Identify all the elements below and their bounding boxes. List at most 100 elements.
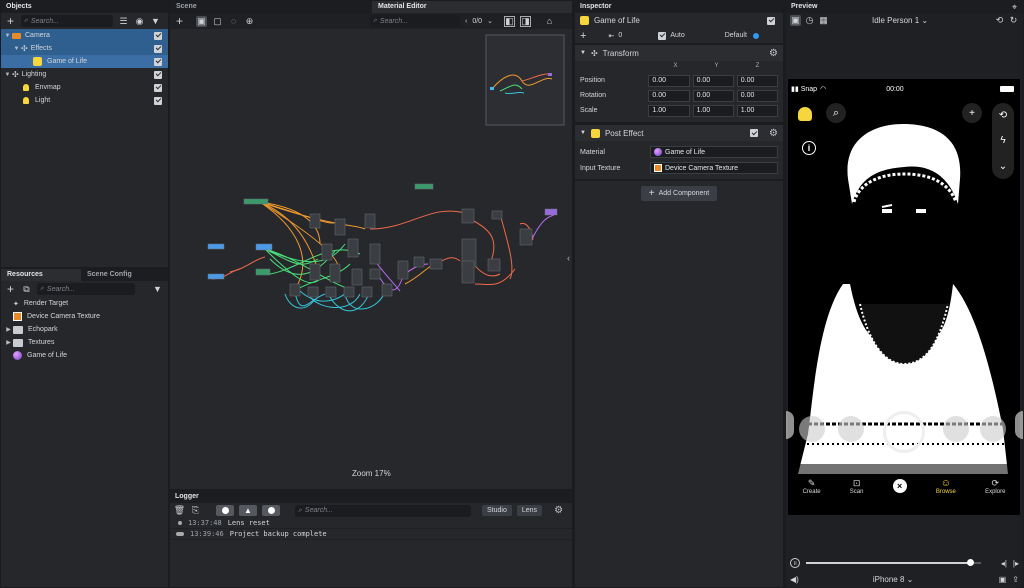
post-effect-header[interactable]: ▼ Post Effect ⚙: [575, 125, 783, 141]
graph-node[interactable]: [207, 243, 225, 250]
chevron-down-icon[interactable]: ▼: [580, 50, 586, 56]
tab-scene-config[interactable]: Scene Config: [81, 269, 138, 281]
chevron-down-icon[interactable]: ▼: [3, 33, 12, 39]
auto-checkbox[interactable]: [658, 31, 667, 40]
graph-node[interactable]: [544, 208, 558, 216]
rotation-x-field[interactable]: 0.00: [648, 89, 690, 102]
logger-search-input[interactable]: ⌕ Search...: [295, 504, 471, 517]
objects-search-input[interactable]: ⌕ Search...: [21, 15, 113, 27]
chevron-down-icon[interactable]: ⌄: [487, 17, 493, 25]
graph-node[interactable]: [325, 286, 337, 298]
graph-node[interactable]: [369, 243, 381, 265]
material-field[interactable]: Game of Life: [650, 146, 778, 158]
position-y-field[interactable]: 0.00: [692, 74, 734, 87]
visibility-checkbox[interactable]: [154, 44, 162, 53]
tree-item-lighting[interactable]: ▼ ✣ Lighting: [1, 68, 168, 81]
step-back-icon[interactable]: ◂|: [1001, 559, 1007, 568]
tab-material-editor[interactable]: Material Editor: [372, 1, 572, 13]
resource-item-game-of-life[interactable]: Game of Life: [1, 349, 168, 362]
graph-node[interactable]: [255, 268, 271, 276]
add-icon[interactable]: +: [580, 30, 586, 42]
resource-item-echopark[interactable]: ▶ Echopark: [1, 323, 168, 336]
layer-field[interactable]: 0: [618, 32, 658, 39]
graph-node[interactable]: [289, 283, 301, 297]
graph-node[interactable]: [364, 213, 376, 229]
position-z-field[interactable]: 0.00: [736, 74, 778, 87]
add-icon[interactable]: +: [5, 282, 16, 296]
error-filter-button[interactable]: [262, 505, 280, 516]
graph-node[interactable]: [309, 263, 321, 281]
lens-button[interactable]: Lens: [516, 505, 543, 516]
chevron-right-icon[interactable]: ▶: [4, 339, 13, 346]
eye-icon[interactable]: ◉: [134, 16, 145, 27]
graph-node[interactable]: [519, 228, 533, 246]
graph-node[interactable]: [369, 268, 381, 280]
graph-node[interactable]: [413, 256, 425, 268]
minimap-toggle-icon[interactable]: ◨: [519, 15, 531, 27]
volume-icon[interactable]: ◀): [790, 575, 799, 584]
graph-node[interactable]: [307, 286, 319, 298]
phone-screen[interactable]: ▮▮ Snap ◠ 00:00 ⌕ + ⟲ ϟ ⌄ i ✎ Create ⊡ S…: [788, 79, 1020, 515]
home-icon[interactable]: ⌂: [544, 16, 555, 27]
graph-node[interactable]: [397, 260, 409, 280]
graph-node[interactable]: [381, 283, 393, 297]
capture-button[interactable]: [883, 411, 925, 453]
graph-node[interactable]: [329, 263, 341, 283]
transform-header[interactable]: ▼ ✣ Transform ⚙: [575, 45, 783, 61]
graph-node[interactable]: [414, 183, 434, 190]
log-entry[interactable]: 13:39:46 Project backup complete: [170, 529, 572, 540]
graph-node[interactable]: [343, 286, 355, 298]
person-select[interactable]: Idle Person 1 ⌄: [872, 16, 928, 25]
frame-icon[interactable]: ▢: [212, 16, 223, 27]
enabled-checkbox[interactable]: [767, 16, 775, 25]
fit-view-icon[interactable]: ◧: [503, 15, 515, 27]
scale-z-field[interactable]: 1.00: [736, 104, 778, 117]
chevron-down-icon[interactable]: ▼: [12, 46, 21, 52]
step-forward-icon[interactable]: |▸: [1013, 559, 1019, 568]
chevron-down-icon[interactable]: ▼: [3, 72, 12, 78]
rotation-y-field[interactable]: 0.00: [692, 89, 734, 102]
visibility-checkbox[interactable]: [154, 57, 162, 66]
collapse-panel-icon[interactable]: ‹: [567, 253, 570, 263]
tree-item-effects[interactable]: ▼ ✣ Effects: [1, 42, 168, 55]
timer-icon[interactable]: ◷: [804, 15, 815, 26]
tab-resources[interactable]: Resources: [1, 269, 81, 281]
add-component-button[interactable]: + Add Component: [640, 186, 718, 201]
trash-icon[interactable]: 🗑: [174, 505, 185, 516]
warning-filter-button[interactable]: ▲: [239, 505, 257, 516]
tree-item-camera[interactable]: ▼ Camera: [1, 29, 168, 42]
tab-scene[interactable]: Scene: [170, 1, 372, 13]
node-icon[interactable]: ▣: [196, 15, 207, 27]
flip-camera-icon[interactable]: ⟲: [994, 15, 1005, 26]
input-texture-field[interactable]: Device Camera Texture: [650, 162, 778, 174]
graph-node[interactable]: [351, 268, 363, 286]
graph-node[interactable]: [207, 273, 225, 280]
close-lens-button[interactable]: ×: [892, 479, 907, 493]
record-icon[interactable]: ▣: [999, 575, 1007, 584]
editor-search-input[interactable]: ⌕ Search...: [370, 15, 460, 27]
pin-icon[interactable]: ⌖: [1009, 2, 1020, 13]
nav-browse[interactable]: ☺ Browse: [936, 478, 956, 495]
graph-node[interactable]: [461, 208, 475, 224]
visibility-checkbox[interactable]: [154, 96, 162, 105]
graph-node[interactable]: [334, 218, 346, 236]
device-icon[interactable]: ▣: [790, 14, 801, 26]
graph-node[interactable]: [487, 258, 501, 272]
chevron-down-icon[interactable]: ▼: [580, 130, 586, 136]
filter-icon[interactable]: ▼: [150, 16, 161, 27]
playback-slider[interactable]: [806, 559, 981, 566]
carousel-left-handle[interactable]: [786, 411, 794, 439]
node-graph[interactable]: [170, 29, 572, 489]
scale-x-field[interactable]: 1.00: [648, 104, 690, 117]
rotation-z-field[interactable]: 0.00: [736, 89, 778, 102]
graph-node[interactable]: [347, 238, 359, 258]
graph-minimap[interactable]: [485, 34, 565, 126]
filter-icon[interactable]: ▼: [152, 284, 163, 295]
log-entry[interactable]: 13:37:48 Lens reset: [170, 518, 572, 529]
resource-item-render-target[interactable]: ✦ Render Target: [1, 297, 168, 310]
nav-create[interactable]: ✎ Create: [803, 478, 821, 495]
playback-thumb[interactable]: [967, 559, 975, 566]
add-icon[interactable]: +: [5, 14, 16, 28]
tree-item-envmap[interactable]: Envmap: [1, 81, 168, 94]
share-icon[interactable]: ⇪: [1012, 575, 1019, 584]
